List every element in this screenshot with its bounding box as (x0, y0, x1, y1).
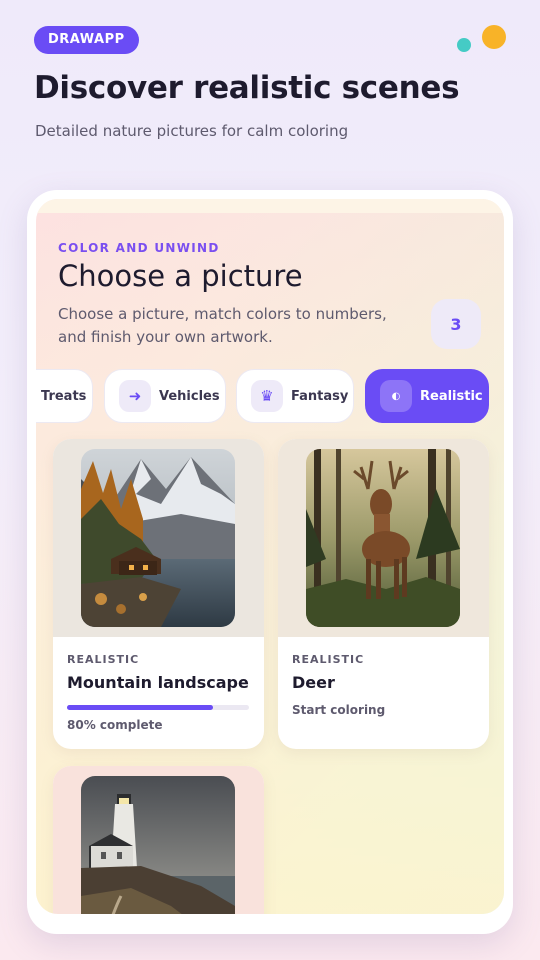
decorative-dot-teal (457, 38, 471, 52)
picture-card-mountain-landscape[interactable]: REALISTIC Mountain landscape 80% complet… (53, 439, 264, 749)
card-title: Mountain landscape (67, 673, 249, 692)
screen-eyebrow: COLOR AND UNWIND (58, 241, 220, 255)
category-chip-realistic[interactable]: ◐ Realistic (365, 369, 489, 423)
page-subtitle: Detailed nature pictures for calm colori… (35, 122, 349, 140)
category-label: Fantasy (291, 388, 349, 404)
card-progress-label: 80% complete (67, 718, 163, 732)
device-frame: COLOR AND UNWIND Choose a picture Choose… (27, 190, 513, 934)
screen-title: Choose a picture (58, 259, 303, 293)
crown-icon: ♛ (251, 380, 283, 412)
page-title: Discover realistic scenes (34, 70, 460, 106)
decorative-dot-orange (482, 25, 506, 49)
deer-image (306, 449, 460, 627)
progress-bar-fill (67, 705, 213, 710)
category-chip-fantasy[interactable]: ♛ Fantasy (236, 369, 354, 423)
arrow-right-icon: ➜ (119, 380, 151, 412)
picture-count-badge: 3 (431, 299, 481, 349)
category-label: Realistic (420, 388, 483, 404)
card-start-label: Start coloring (292, 703, 386, 717)
lighthouse-image (81, 776, 235, 914)
half-circle-icon: ◐ (380, 380, 412, 412)
picture-card-lighthouse[interactable] (53, 766, 264, 914)
screen-description: Choose a picture, match colors to number… (58, 305, 387, 346)
card-category-tag: REALISTIC (292, 653, 365, 666)
category-chip-vehicles[interactable]: ➜ Vehicles (104, 369, 226, 423)
picture-card-deer[interactable]: REALISTIC Deer Start coloring (278, 439, 489, 749)
app-screen[interactable]: COLOR AND UNWIND Choose a picture Choose… (36, 199, 504, 914)
card-category-tag: REALISTIC (67, 653, 140, 666)
mountain-landscape-image (81, 449, 235, 627)
card-title: Deer (292, 673, 335, 692)
progress-bar (67, 705, 249, 710)
category-chip-treats[interactable]: Treats (36, 369, 93, 423)
brand-badge: DRAWAPP (34, 26, 139, 54)
category-label: Vehicles (159, 388, 220, 404)
category-label: Treats (41, 388, 87, 404)
